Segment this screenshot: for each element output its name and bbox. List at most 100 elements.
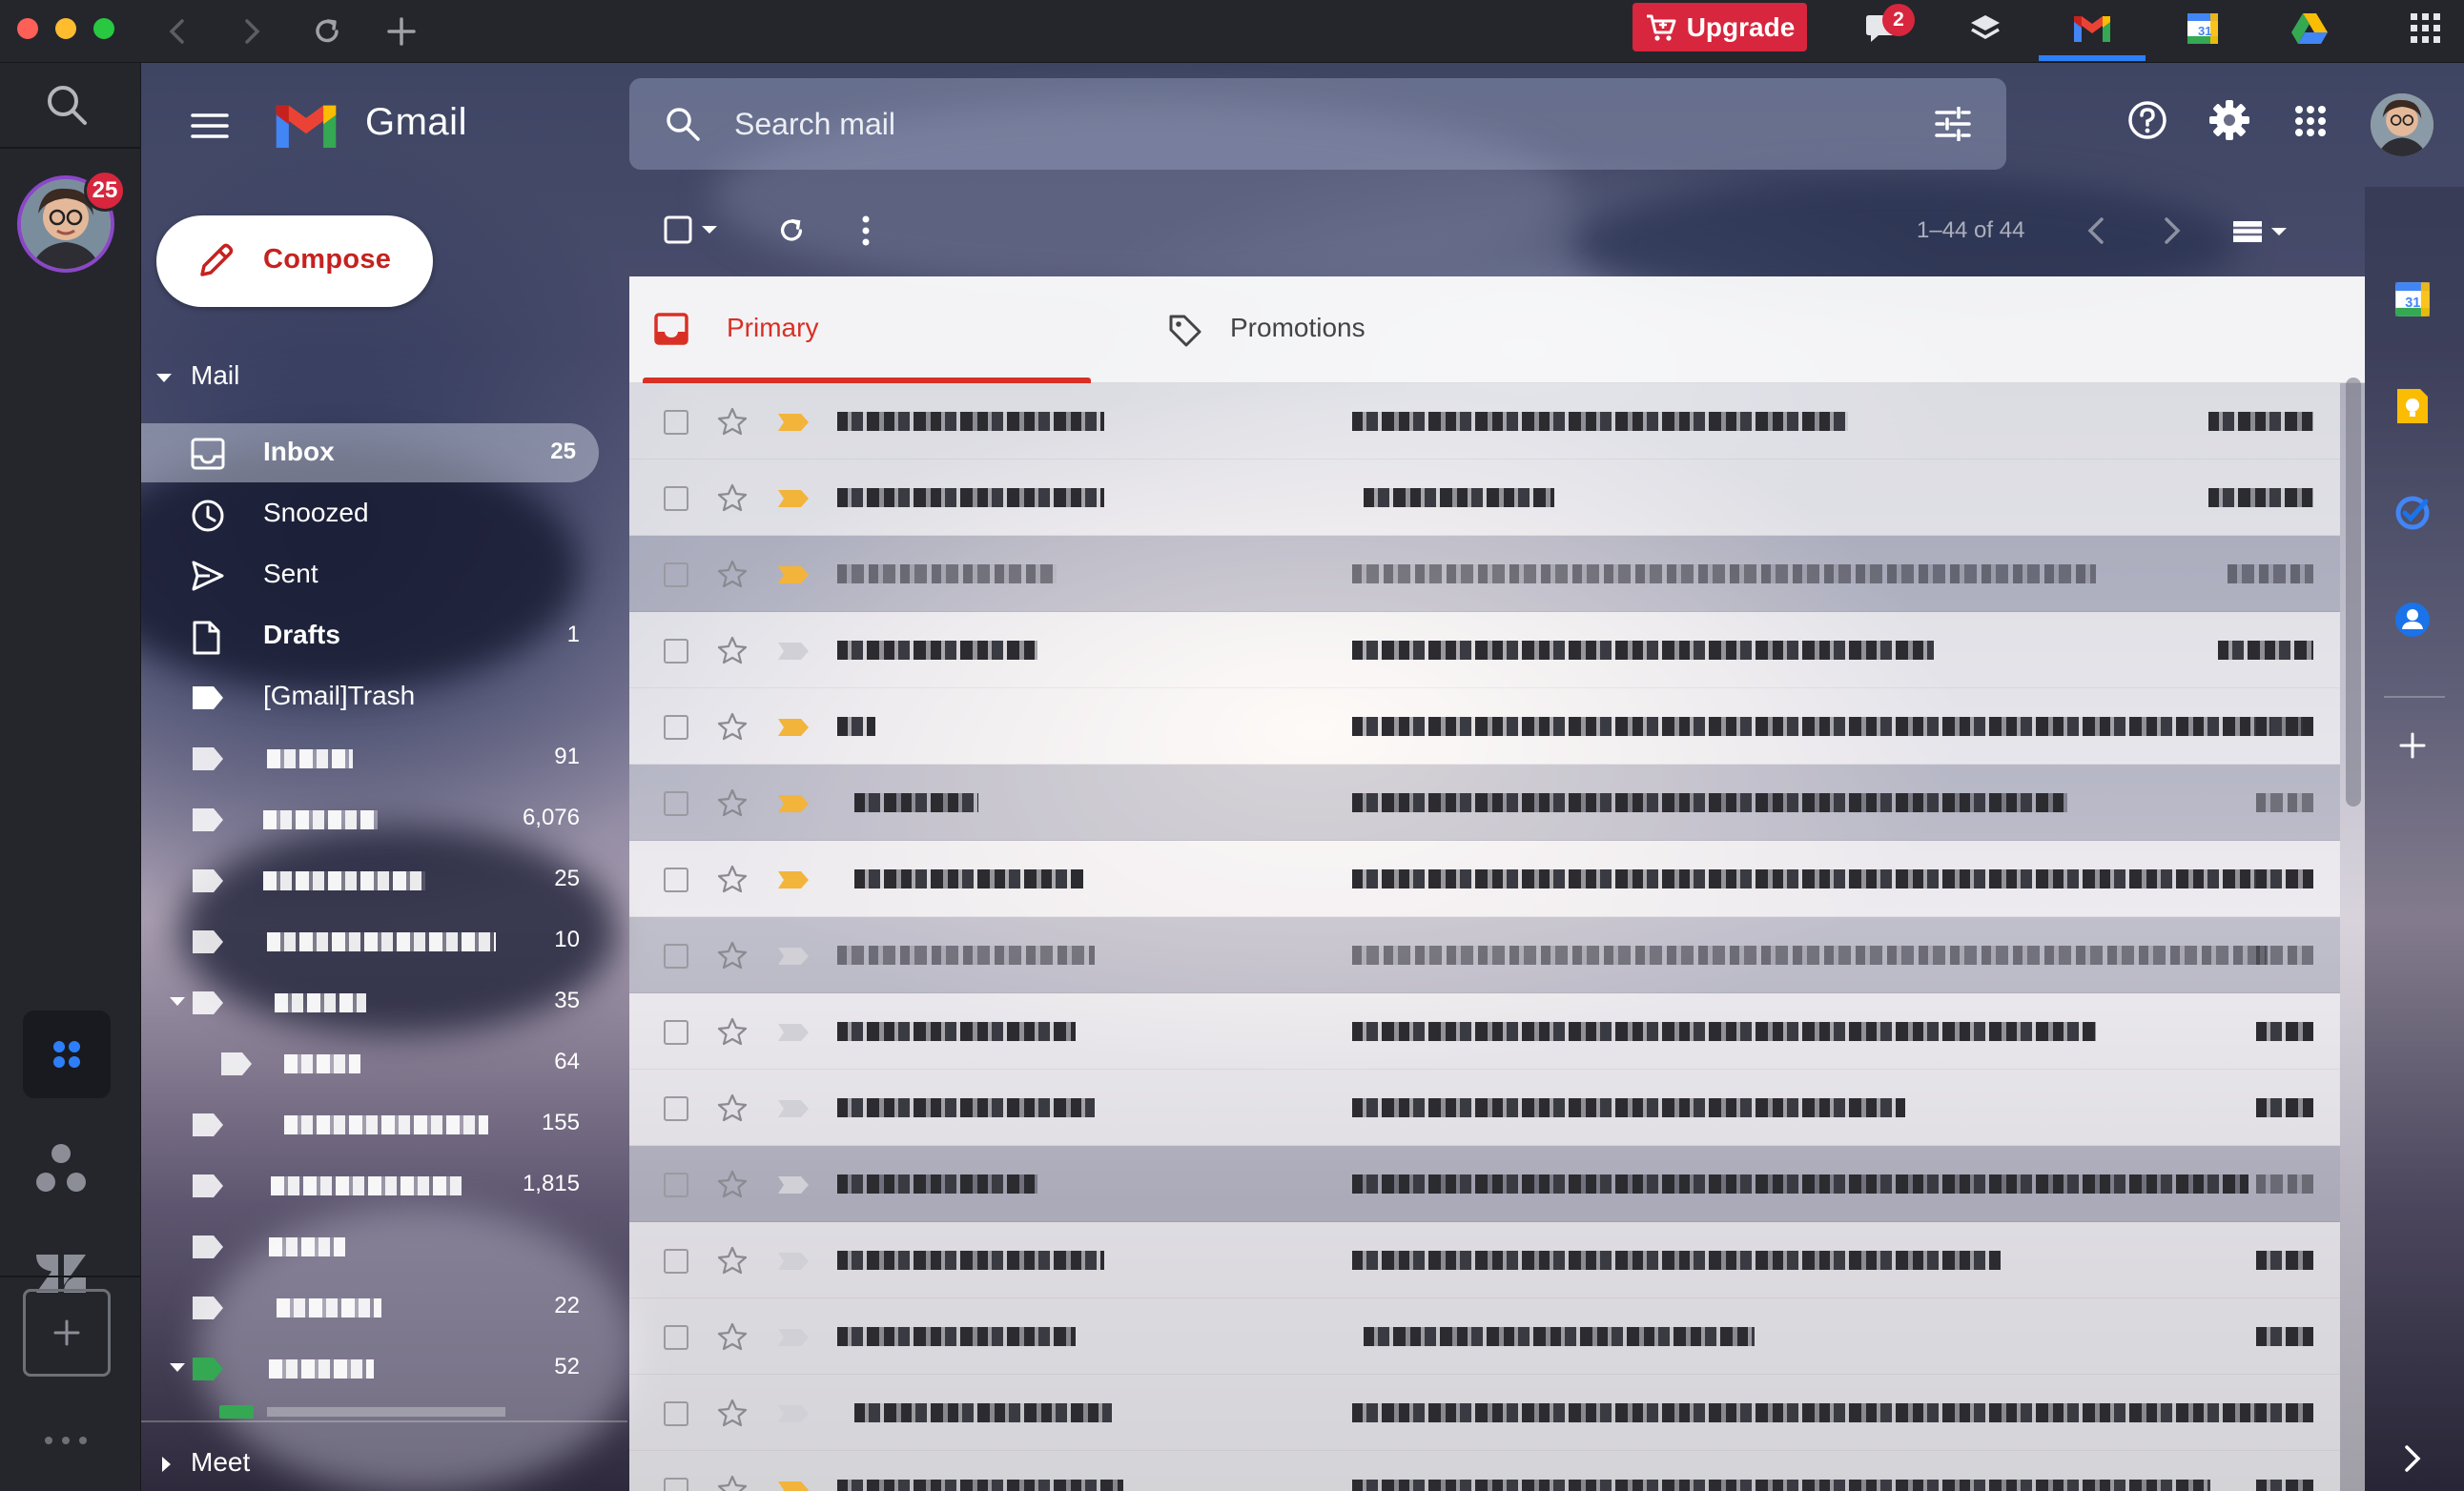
nav-label-item[interactable]: 35 <box>141 972 599 1031</box>
search-icon[interactable] <box>664 105 702 143</box>
row-checkbox[interactable] <box>664 1325 688 1350</box>
apps-grid-button[interactable] <box>2397 4 2454 53</box>
email-list-scrollbar[interactable] <box>2346 378 2361 807</box>
email-row[interactable] <box>629 536 2340 612</box>
rail-apps-button[interactable] <box>23 1011 111 1098</box>
star-icon[interactable] <box>717 1016 748 1047</box>
important-marker-icon[interactable] <box>778 1024 809 1041</box>
star-icon[interactable] <box>717 1169 748 1199</box>
row-checkbox[interactable] <box>664 944 688 969</box>
nav-label-item[interactable]: 6,076 <box>141 789 599 848</box>
important-marker-icon[interactable] <box>778 1176 809 1194</box>
email-row[interactable] <box>629 1298 2340 1375</box>
rail-people-button[interactable] <box>32 1140 90 1197</box>
newer-page-button[interactable] <box>2084 215 2107 246</box>
refresh-button[interactable] <box>776 215 807 246</box>
nav-label-item[interactable]: 22 <box>141 1277 599 1337</box>
important-marker-icon[interactable] <box>778 643 809 660</box>
email-row[interactable] <box>629 765 2340 841</box>
row-checkbox[interactable] <box>664 868 688 892</box>
important-marker-icon[interactable] <box>778 795 809 812</box>
nav-label-item[interactable]: 155 <box>141 1094 599 1154</box>
nav-label-item[interactable]: 10 <box>141 911 599 970</box>
row-checkbox[interactable] <box>664 410 688 435</box>
density-toggle-button[interactable] <box>2231 219 2292 244</box>
important-marker-icon[interactable] <box>778 1481 809 1491</box>
nav-drafts[interactable]: Drafts 1 <box>141 606 599 665</box>
row-checkbox[interactable] <box>664 1173 688 1197</box>
search-bar[interactable] <box>629 78 2006 170</box>
row-checkbox[interactable] <box>664 1096 688 1121</box>
star-icon[interactable] <box>717 864 748 894</box>
nav-label-item[interactable]: 52 <box>141 1338 599 1398</box>
important-marker-icon[interactable] <box>778 1329 809 1346</box>
email-row[interactable] <box>629 383 2340 460</box>
rail-search-button[interactable] <box>44 82 90 128</box>
star-icon[interactable] <box>717 482 748 513</box>
side-tasks-button[interactable] <box>2393 494 2432 532</box>
maximize-window-button[interactable] <box>93 18 114 39</box>
mail-section-label[interactable]: Mail <box>191 360 239 391</box>
row-checkbox[interactable] <box>664 1401 688 1426</box>
email-row[interactable] <box>629 917 2340 993</box>
star-icon[interactable] <box>717 711 748 742</box>
star-icon[interactable] <box>717 940 748 970</box>
email-row[interactable] <box>629 1375 2340 1451</box>
row-checkbox[interactable] <box>664 639 688 664</box>
nav-label-item[interactable]: 91 <box>141 728 599 787</box>
star-icon[interactable] <box>717 1245 748 1276</box>
nav-inbox[interactable]: Inbox 25 <box>141 423 599 482</box>
expand-label-toggle[interactable] <box>170 1363 185 1372</box>
important-marker-icon[interactable] <box>778 871 809 888</box>
tab-primary[interactable]: Primary <box>643 276 1091 383</box>
important-marker-icon[interactable] <box>778 948 809 965</box>
row-checkbox[interactable] <box>664 1478 688 1491</box>
star-icon[interactable] <box>717 1321 748 1352</box>
forward-button[interactable] <box>227 8 275 55</box>
main-menu-button[interactable] <box>191 112 229 139</box>
email-row[interactable] <box>629 1070 2340 1146</box>
row-checkbox[interactable] <box>664 562 688 587</box>
layers-button[interactable] <box>1957 4 2014 53</box>
meet-section-toggle[interactable] <box>162 1457 171 1472</box>
side-calendar-button[interactable]: 31 <box>2393 280 2432 318</box>
nav-label-item[interactable]: 1,815 <box>141 1155 599 1215</box>
google-apps-button[interactable] <box>2294 105 2327 137</box>
minimize-window-button[interactable] <box>55 18 76 39</box>
chat-button[interactable]: 2 <box>1854 4 1915 53</box>
email-row[interactable] <box>629 612 2340 688</box>
side-add-addon-button[interactable] <box>2393 726 2432 765</box>
nav-label-item[interactable] <box>141 1216 599 1276</box>
important-marker-icon[interactable] <box>778 566 809 583</box>
important-marker-icon[interactable] <box>778 414 809 431</box>
email-row[interactable] <box>629 1222 2340 1298</box>
star-icon[interactable] <box>717 1093 748 1123</box>
search-input[interactable] <box>732 99 1877 149</box>
star-icon[interactable] <box>717 635 748 665</box>
nav-trash[interactable]: [Gmail]Trash <box>141 667 599 726</box>
meet-section-label[interactable]: Meet <box>191 1447 250 1478</box>
row-checkbox[interactable] <box>664 1249 688 1274</box>
google-account-avatar[interactable] <box>2371 93 2433 156</box>
important-marker-icon[interactable] <box>778 1253 809 1270</box>
gmail-app-tab[interactable] <box>2064 4 2121 53</box>
close-window-button[interactable] <box>17 18 38 39</box>
email-row[interactable] <box>629 841 2340 917</box>
row-checkbox[interactable] <box>664 715 688 740</box>
side-panel-expand-button[interactable] <box>2401 1443 2424 1474</box>
email-row[interactable] <box>629 460 2340 536</box>
star-icon[interactable] <box>717 787 748 818</box>
row-checkbox[interactable] <box>664 486 688 511</box>
important-marker-icon[interactable] <box>778 1405 809 1422</box>
drive-app-tab[interactable] <box>2281 4 2338 53</box>
compose-button[interactable]: Compose <box>156 215 433 307</box>
row-checkbox[interactable] <box>664 791 688 816</box>
important-marker-icon[interactable] <box>778 490 809 507</box>
nav-snoozed[interactable]: Snoozed <box>141 484 599 543</box>
email-row[interactable] <box>629 688 2340 765</box>
important-marker-icon[interactable] <box>778 1100 809 1117</box>
nav-label-item[interactable]: 25 <box>141 850 599 909</box>
star-icon[interactable] <box>717 1398 748 1428</box>
upgrade-button[interactable]: Upgrade <box>1632 3 1807 51</box>
row-checkbox[interactable] <box>664 1020 688 1045</box>
